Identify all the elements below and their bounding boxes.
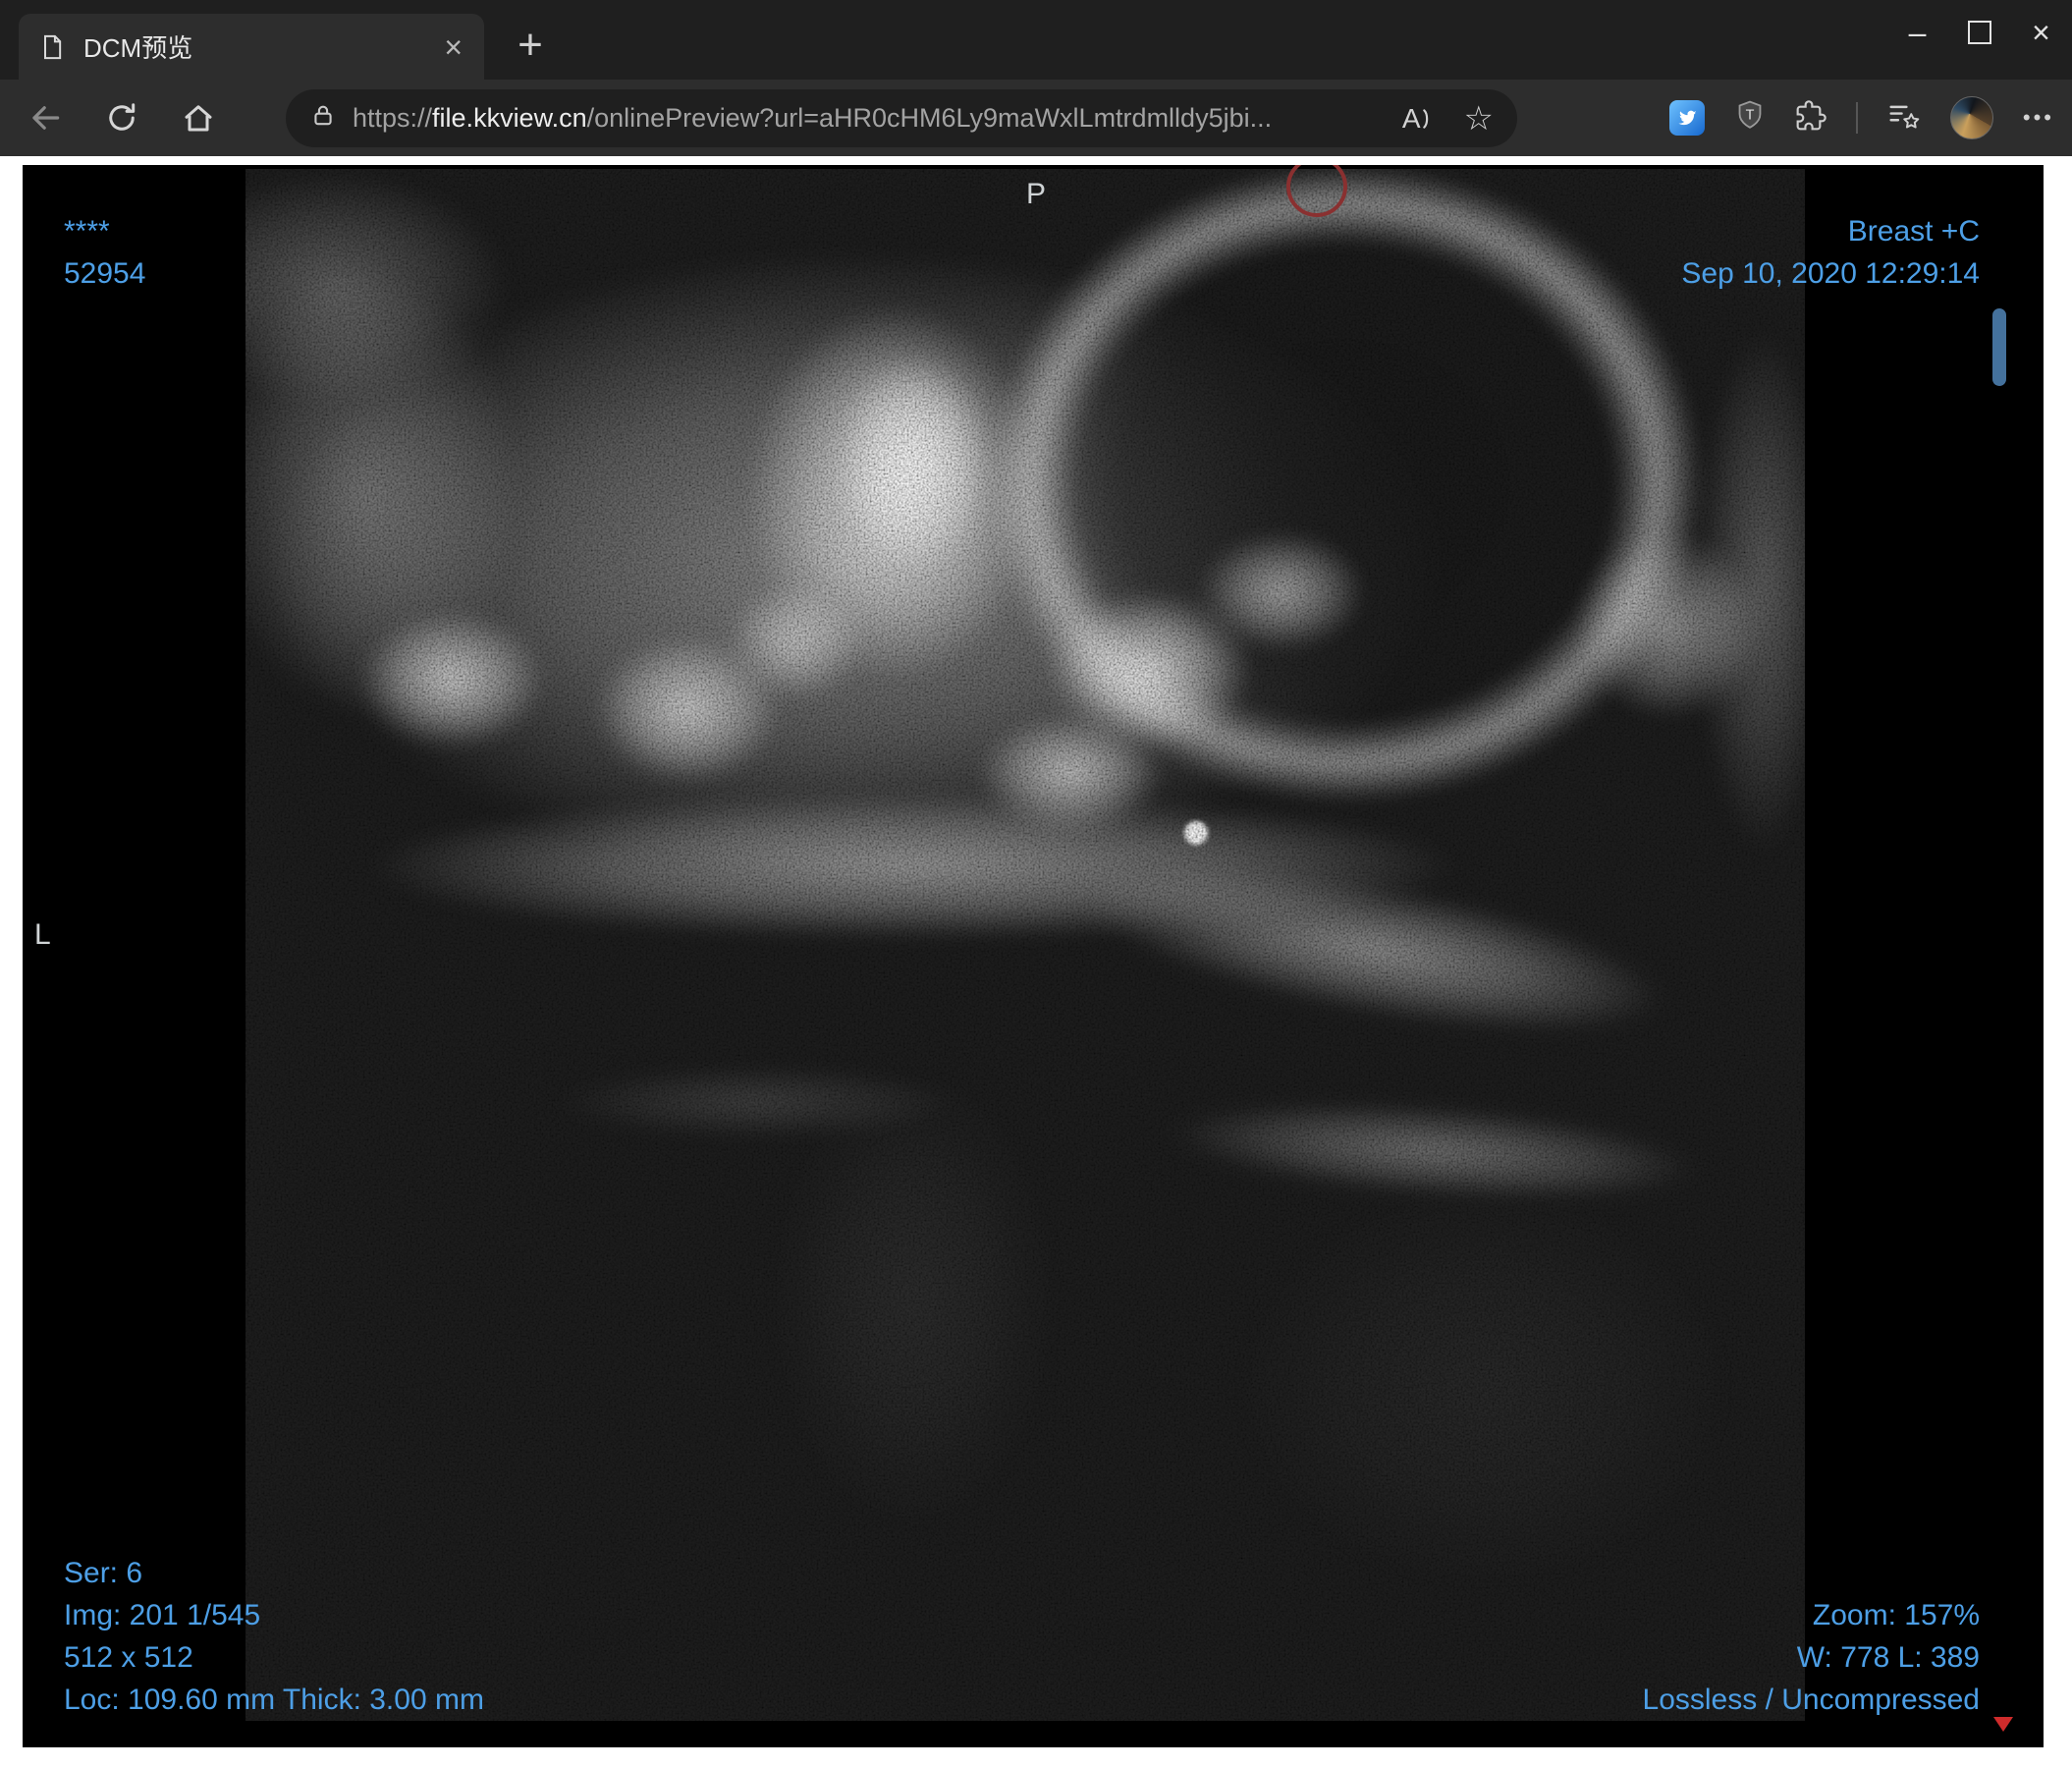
scrollbar-thumb[interactable] xyxy=(1992,308,2006,386)
window-level: W: 778 L: 389 xyxy=(1796,1641,1980,1674)
url-path: /onlinePreview?url=aHR0cHM6Ly9maWxlLmtrd… xyxy=(586,103,1273,133)
tab-close-icon[interactable]: × xyxy=(436,31,470,63)
read-aloud-button[interactable]: A xyxy=(1402,103,1433,135)
dicom-viewer[interactable]: **** 52954 P Breast +C Sep 10, 2020 12:2… xyxy=(23,165,2044,1747)
document-icon xyxy=(38,30,68,64)
back-button[interactable] xyxy=(26,98,65,138)
shield-extension-icon[interactable]: T xyxy=(1734,99,1766,138)
lock-icon[interactable] xyxy=(309,102,337,135)
sound-wave-icon xyxy=(1422,108,1428,129)
overlay-bottom-left: Ser: 6 Img: 201 1/545 512 x 512 Loc: 109… xyxy=(64,1552,484,1721)
compression-info: Lossless / Uncompressed xyxy=(1642,1684,1980,1716)
home-button[interactable] xyxy=(179,98,218,138)
study-datetime: Sep 10, 2020 12:29:14 xyxy=(1681,257,1980,290)
page-content: **** 52954 P Breast +C Sep 10, 2020 12:2… xyxy=(0,156,2072,1768)
maximize-icon xyxy=(1967,21,1991,44)
mri-image[interactable] xyxy=(245,169,1805,1721)
settings-menu-button[interactable]: ••• xyxy=(2023,105,2054,131)
favorites-collections-icon[interactable] xyxy=(1887,99,1921,138)
orientation-marker-posterior: P xyxy=(1025,178,1046,210)
minimize-button[interactable]: – xyxy=(1886,0,1948,65)
new-tab-button[interactable]: + xyxy=(503,18,558,73)
window-controls: – × xyxy=(1886,0,2072,65)
url-scheme: https:// xyxy=(353,103,433,133)
scroll-down-arrow[interactable] xyxy=(1993,1717,2013,1732)
browser-tab[interactable]: DCM预览 × xyxy=(19,14,484,80)
image-index: Img: 201 1/545 xyxy=(64,1599,261,1631)
tab-title: DCM预览 xyxy=(83,33,193,63)
read-aloud-icon: A xyxy=(1401,102,1421,134)
image-matrix: 512 x 512 xyxy=(64,1641,193,1674)
svg-text:T: T xyxy=(1746,107,1755,123)
toolbar-separator xyxy=(1855,102,1858,134)
blue-bird-extension-icon[interactable] xyxy=(1668,100,1705,136)
patient-id-masked: **** xyxy=(64,215,110,248)
puzzle-extension-icon[interactable] xyxy=(1795,99,1827,137)
noise-overlay xyxy=(245,169,1805,1721)
slice-location: Loc: 109.60 mm Thick: 3.00 mm xyxy=(64,1684,484,1716)
overlay-top-right: Breast +C Sep 10, 2020 12:29:14 xyxy=(1681,210,1980,295)
address-bar-actions: A ☆ xyxy=(1402,102,1494,136)
overlay-top-left: **** 52954 xyxy=(64,210,145,295)
maximize-button[interactable] xyxy=(1948,0,2010,65)
patient-number: 52954 xyxy=(64,257,146,290)
browser-titlebar: DCM预览 × + – × xyxy=(0,0,2072,80)
zoom-level: Zoom: 157% xyxy=(1812,1599,1980,1631)
close-window-button[interactable]: × xyxy=(2010,0,2072,65)
study-description: Breast +C xyxy=(1847,215,1980,248)
nav-buttons xyxy=(26,80,218,156)
series-number: Ser: 6 xyxy=(64,1557,143,1589)
profile-avatar[interactable] xyxy=(1949,96,1993,139)
url-domain: file.kkview.cn xyxy=(432,103,587,133)
address-bar[interactable]: https://file.kkview.cn/onlinePreview?url… xyxy=(286,89,1517,147)
orientation-marker-left: L xyxy=(34,918,51,951)
refresh-button[interactable] xyxy=(102,98,141,138)
overlay-bottom-right: Zoom: 157% W: 778 L: 389 Lossless / Unco… xyxy=(1643,1594,1980,1721)
url-text[interactable]: https://file.kkview.cn/onlinePreview?url… xyxy=(353,103,1387,134)
toolbar-extensions: T ••• xyxy=(1668,80,2054,156)
browser-toolbar: https://file.kkview.cn/onlinePreview?url… xyxy=(0,80,2072,156)
favorite-star-button[interactable]: ☆ xyxy=(1464,102,1494,136)
